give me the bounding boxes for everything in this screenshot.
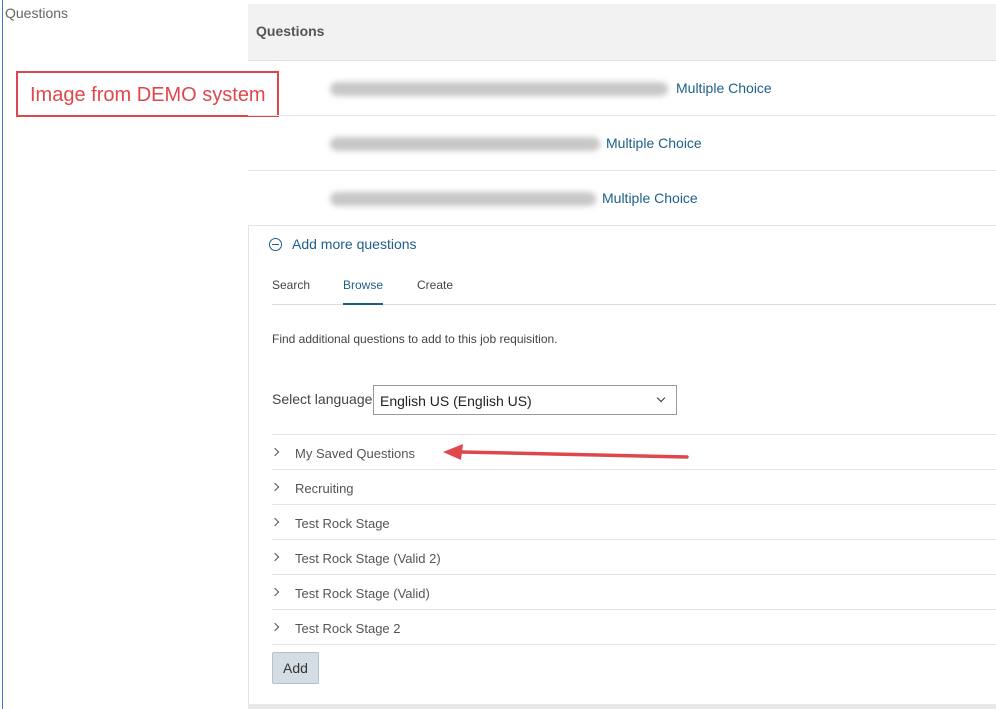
panel-bottom-bar: [248, 704, 996, 709]
add-more-questions-toggle[interactable]: Add more questions: [269, 236, 417, 252]
category-item-test-rock-stage-2[interactable]: Test Rock Stage 2: [270, 610, 996, 645]
question-row: Multiple Choice: [248, 171, 996, 226]
add-more-questions-label: Add more questions: [292, 236, 417, 252]
add-more-questions-section: Add more questions Search Browse Create …: [248, 226, 996, 704]
tab-search[interactable]: Search: [272, 278, 310, 305]
question-text-redacted: [330, 192, 596, 206]
chevron-right-icon: [270, 587, 280, 597]
category-label: My Saved Questions: [295, 446, 415, 461]
questions-panel: Questions Multiple Choice Multiple Choic…: [248, 4, 996, 709]
category-item-test-rock-stage-valid-2[interactable]: Test Rock Stage (Valid 2): [270, 540, 996, 575]
question-text-redacted: [330, 82, 668, 96]
category-label: Recruiting: [295, 481, 354, 496]
category-item-test-rock-stage-valid[interactable]: Test Rock Stage (Valid): [270, 575, 996, 610]
left-border: [2, 0, 3, 709]
help-text: Find additional questions to add to this…: [272, 332, 558, 346]
question-type-link[interactable]: Multiple Choice: [602, 190, 698, 206]
question-source-tabs: Search Browse Create: [272, 278, 996, 305]
question-type-link[interactable]: Multiple Choice: [676, 80, 772, 96]
question-category-list: My Saved Questions Recruiting Test Rock …: [270, 434, 996, 645]
category-label: Test Rock Stage: [295, 516, 390, 531]
question-text-redacted: [330, 137, 600, 151]
tab-browse[interactable]: Browse: [343, 278, 384, 305]
question-type-link[interactable]: Multiple Choice: [606, 135, 702, 151]
add-button[interactable]: Add: [272, 652, 319, 684]
annotation-arrow-icon: [443, 444, 689, 460]
language-select[interactable]: English US (English US): [373, 385, 677, 415]
question-row: Multiple Choice: [248, 116, 996, 171]
category-item-test-rock-stage[interactable]: Test Rock Stage: [270, 505, 996, 540]
section-label: Questions: [5, 5, 69, 21]
chevron-right-icon: [270, 447, 280, 457]
chevron-right-icon: [270, 482, 280, 492]
language-label: Select language: [272, 391, 373, 407]
tab-create[interactable]: Create: [417, 278, 453, 305]
demo-annotation-text: Image from DEMO system: [30, 84, 266, 106]
category-label: Test Rock Stage (Valid 2): [295, 551, 441, 566]
questions-header: Questions: [248, 4, 996, 61]
chevron-right-icon: [270, 552, 280, 562]
chevron-right-icon: [270, 622, 280, 632]
category-item-recruiting[interactable]: Recruiting: [270, 470, 996, 505]
category-label: Test Rock Stage (Valid): [295, 586, 430, 601]
chevron-down-icon: [656, 393, 666, 403]
category-label: Test Rock Stage 2: [295, 621, 401, 636]
question-row: Multiple Choice: [248, 61, 996, 116]
demo-annotation-box: Image from DEMO system: [16, 71, 279, 117]
questions-header-title: Questions: [256, 23, 325, 39]
minus-circle-icon: [269, 237, 282, 251]
chevron-right-icon: [270, 517, 280, 527]
language-select-value: English US (English US): [380, 393, 532, 409]
